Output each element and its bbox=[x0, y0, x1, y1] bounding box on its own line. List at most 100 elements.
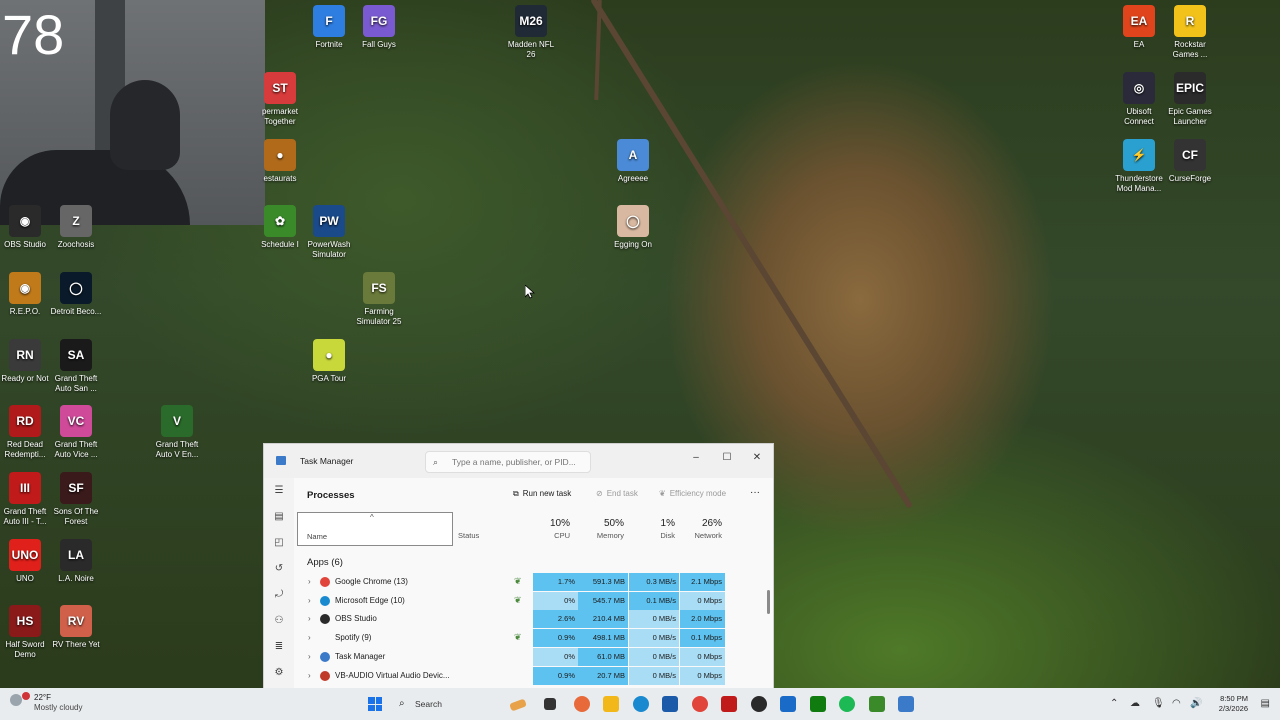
title-bar[interactable]: Task Manager ⌕ – ☐ ✕ bbox=[264, 444, 773, 478]
chevron-right-icon[interactable]: › bbox=[308, 614, 311, 623]
chevron-right-icon[interactable]: › bbox=[308, 633, 311, 642]
table-row[interactable]: › VB-AUDIO Virtual Audio Devic... 0.9% 20.7… bbox=[294, 666, 773, 685]
desktop-icon-label: RV There Yet bbox=[52, 640, 100, 649]
chrome-icon[interactable] bbox=[692, 696, 708, 712]
start-button[interactable] bbox=[368, 697, 382, 711]
desktop-icon-curseforge[interactable]: CF CurseForge bbox=[1162, 139, 1218, 184]
process-disk-cell: 0 MB/s bbox=[629, 666, 679, 685]
chevron-right-icon[interactable]: › bbox=[308, 652, 311, 661]
desktop-icon-grand-theft-auto-vice[interactable]: VC Grand Theft Auto Vice ... bbox=[48, 405, 104, 460]
desktop-icon-egging-on[interactable]: ◯ Egging On bbox=[605, 205, 661, 250]
run-new-task-button[interactable]: ⧉ Run new task bbox=[513, 489, 571, 499]
notification-icon[interactable]: ▤ bbox=[1261, 698, 1270, 709]
desktop-icon-agreeee[interactable]: A Agreeee bbox=[605, 139, 661, 184]
desktop-icon-estaurats[interactable]: ● estaurats bbox=[252, 139, 308, 184]
edge-icon[interactable] bbox=[633, 696, 649, 712]
desktop-icon-grand-theft-auto-v-en[interactable]: V Grand Theft Auto V En... bbox=[149, 405, 205, 460]
desktop-icon-fall-guys[interactable]: FG Fall Guys bbox=[351, 5, 407, 50]
taskbar-search[interactable]: ⌕ Search bbox=[391, 695, 503, 713]
name-column-header[interactable]: ^ Name bbox=[297, 512, 453, 546]
wifi-icon[interactable]: ◠ bbox=[1172, 698, 1181, 709]
memory-column-header[interactable]: 50% Memory bbox=[577, 512, 627, 544]
close-button[interactable]: ✕ bbox=[743, 448, 771, 468]
desktop-icon-detroit-beco[interactable]: ◯ Detroit Beco... bbox=[48, 272, 104, 317]
desktop-icon-l-a-noire[interactable]: LA L.A. Noire bbox=[48, 539, 104, 584]
processes-nav-icon[interactable]: ▤ bbox=[264, 504, 294, 530]
desktop-icon-ea[interactable]: EA EA bbox=[1111, 5, 1167, 50]
desktop-icon-epic-games-launcher[interactable]: EPIC Epic Games Launcher bbox=[1162, 72, 1218, 127]
more-options-button[interactable]: ··· bbox=[750, 487, 760, 498]
desktop-icon-red-dead-redempti[interactable]: RD Red Dead Redempti... bbox=[0, 405, 53, 460]
chevron-up-icon[interactable]: ⌃ bbox=[1110, 698, 1118, 709]
clock[interactable]: 8:50 PM 2/3/2026 bbox=[1219, 694, 1248, 714]
desktop-icon-pga-tour[interactable]: ● PGA Tour bbox=[301, 339, 357, 384]
minecraft-icon[interactable] bbox=[869, 696, 885, 712]
maximize-button[interactable]: ☐ bbox=[713, 448, 741, 468]
search-icon: ⌕ bbox=[399, 698, 405, 709]
obs-icon[interactable] bbox=[751, 696, 767, 712]
table-row[interactable]: › OBS Studio 2.6% 210.4 MB 0 MB/s 2.0 Mbps bbox=[294, 610, 773, 629]
desktop-icon-fortnite[interactable]: F Fortnite bbox=[301, 5, 357, 50]
desktop-icon-rockstar-games[interactable]: R Rockstar Games ... bbox=[1162, 5, 1218, 60]
process-search-input[interactable] bbox=[450, 455, 586, 469]
status-column-header[interactable]: Status bbox=[455, 512, 525, 544]
chevron-right-icon[interactable]: › bbox=[308, 596, 311, 605]
leaf-icon: ❦ bbox=[659, 489, 666, 498]
performance-nav-icon[interactable]: ◰ bbox=[264, 530, 294, 556]
chevron-right-icon[interactable]: › bbox=[308, 577, 311, 586]
apps-group-header[interactable]: Apps (6) bbox=[307, 557, 343, 568]
app-history-nav-icon[interactable]: ↺ bbox=[264, 556, 294, 582]
desktop-icon-powerwash-simulator[interactable]: PW PowerWash Simulator bbox=[301, 205, 357, 260]
spotify-icon[interactable] bbox=[839, 696, 855, 712]
desktop-icon-farming-simulator-25[interactable]: FS Farming Simulator 25 bbox=[351, 272, 407, 327]
chevron-right-icon[interactable]: › bbox=[308, 671, 311, 680]
desktop-icon-grand-theft-auto-iii-t[interactable]: III Grand Theft Auto III - T... bbox=[0, 472, 53, 527]
task-view-icon[interactable] bbox=[544, 698, 556, 710]
audio-app-icon[interactable] bbox=[721, 696, 737, 712]
task-manager-taskbar-icon[interactable] bbox=[898, 696, 914, 712]
disk-column-header[interactable]: 1% Disk bbox=[628, 512, 678, 544]
efficiency-mode-button[interactable]: ❦ Efficiency mode bbox=[659, 489, 726, 498]
desktop-icon-schedule-i[interactable]: ✿ Schedule I bbox=[252, 205, 308, 250]
desktop-icon-rv-there-yet[interactable]: RV RV There Yet bbox=[48, 605, 104, 650]
minimize-button[interactable]: – bbox=[682, 448, 710, 468]
file-explorer-icon[interactable] bbox=[603, 696, 619, 712]
table-row[interactable]: › Spotify (9) ❦ 0.9% 498.1 MB 0 MB/s 0.1 Mbps bbox=[294, 629, 773, 648]
details-nav-icon[interactable]: ≣ bbox=[264, 634, 294, 660]
network-column-header[interactable]: 26% Network bbox=[679, 512, 724, 544]
desktop-icon-zoochosis[interactable]: Z Zoochosis bbox=[48, 205, 104, 250]
desktop-icon-half-sword-demo[interactable]: HS Half Sword Demo bbox=[0, 605, 53, 660]
desktop-icon-ubisoft-connect[interactable]: ◎ Ubisoft Connect bbox=[1111, 72, 1167, 127]
process-search-box[interactable]: ⌕ bbox=[425, 451, 591, 473]
startup-apps-nav-icon[interactable]: ⤾ bbox=[264, 582, 294, 608]
copilot-icon[interactable] bbox=[574, 696, 590, 712]
desktop-icon-ready-or-not[interactable]: RN Ready or Not bbox=[0, 339, 53, 384]
xbox-icon[interactable] bbox=[810, 696, 826, 712]
services-nav-icon[interactable]: ⚙ bbox=[264, 660, 294, 686]
vertical-scrollbar[interactable] bbox=[767, 590, 770, 614]
cpu-column-header[interactable]: 10% CPU bbox=[526, 512, 576, 544]
store-icon[interactable] bbox=[662, 696, 678, 712]
desktop-icon-r-e-p-o[interactable]: ◉ R.E.P.O. bbox=[0, 272, 53, 317]
desktop-icon-thunderstore-mod-mana[interactable]: ⚡ Thunderstore Mod Mana... bbox=[1111, 139, 1167, 194]
end-task-button[interactable]: ⊘ End task bbox=[596, 489, 638, 498]
speaker-icon[interactable]: 🔊 bbox=[1190, 698, 1202, 709]
cloud-sync-icon[interactable]: ☁ bbox=[1130, 698, 1140, 709]
microphone-icon[interactable]: 🎙 bbox=[1152, 698, 1165, 709]
desktop-icon-permarket-together[interactable]: ST permarket Together bbox=[252, 72, 308, 127]
table-row[interactable]: › Google Chrome (13) ❦ 1.7% 591.3 MB 0.3 MB/s… bbox=[294, 573, 773, 591]
desktop-icon-obs-studio[interactable]: ◉ OBS Studio bbox=[0, 205, 53, 250]
app-icon: V bbox=[161, 405, 193, 437]
fish-widget-icon[interactable] bbox=[509, 698, 527, 712]
desktop-icon-uno[interactable]: UNO UNO bbox=[0, 539, 53, 584]
users-nav-icon[interactable]: ⚇ bbox=[264, 608, 294, 634]
table-row[interactable]: › Task Manager 0% 61.0 MB 0 MB/s 0 Mbps bbox=[294, 647, 773, 666]
desktop-icon-madden-nfl-26[interactable]: M26 Madden NFL 26 bbox=[503, 5, 559, 60]
desktop-icon-sons-of-the-forest[interactable]: SF Sons Of The Forest bbox=[48, 472, 104, 527]
desktop-icon-label: L.A. Noire bbox=[58, 574, 94, 583]
outlook-icon[interactable] bbox=[780, 696, 796, 712]
hamburger-menu-icon[interactable]: ☰ bbox=[264, 478, 294, 504]
process-icon bbox=[320, 614, 330, 625]
table-row[interactable]: › Microsoft Edge (10) ❦ 0% 545.7 MB 0.1 MB/s 0… bbox=[294, 591, 773, 610]
desktop-icon-grand-theft-auto-san[interactable]: SA Grand Theft Auto San ... bbox=[48, 339, 104, 394]
